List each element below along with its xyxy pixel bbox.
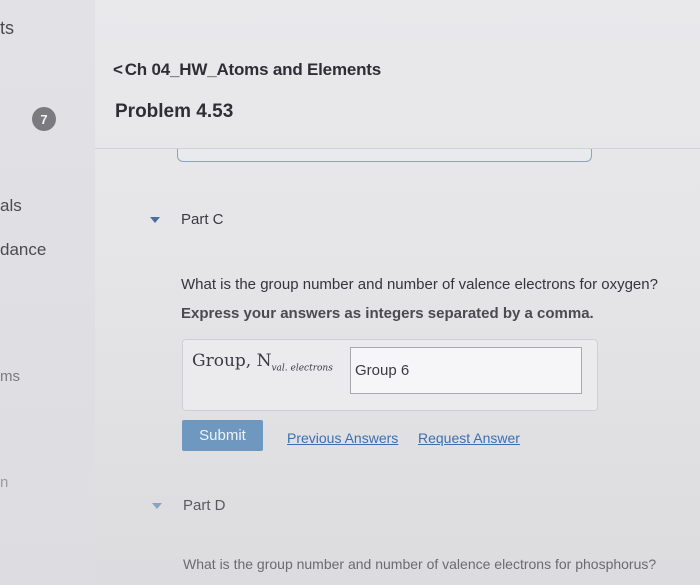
part-d-toggle[interactable]: Part D <box>152 497 226 514</box>
answer-label-subscript: val. electrons <box>271 363 333 374</box>
part-c-question: What is the group number and number of v… <box>181 276 658 293</box>
problem-number-badge: 7 <box>32 107 56 131</box>
sidebar: ts 7 als dance ms n <box>0 0 95 585</box>
answer-panel: Group, Nval. electrons <box>182 339 598 411</box>
caret-down-icon <box>150 216 160 223</box>
breadcrumb[interactable]: < Ch 04_HW_Atoms and Elements <box>113 60 381 80</box>
submit-button[interactable]: Submit <box>182 420 263 451</box>
sidebar-item-3[interactable]: dance <box>0 240 46 260</box>
header: < Ch 04_HW_Atoms and Elements Problem 4.5… <box>95 0 700 150</box>
part-c-toggle[interactable]: Part C <box>150 211 224 228</box>
answer-label: Group, Nval. electrons <box>192 351 333 373</box>
answer-input[interactable] <box>350 347 582 394</box>
part-d-label: Part D <box>183 497 226 514</box>
caret-down-icon <box>152 502 162 509</box>
part-c-label: Part C <box>181 211 224 228</box>
part-d-question: What is the group number and number of v… <box>183 556 657 572</box>
request-answer-link[interactable]: Request Answer <box>418 430 520 446</box>
sidebar-item-1[interactable]: ts <box>0 18 14 39</box>
previous-answers-link[interactable]: Previous Answers <box>287 430 398 446</box>
breadcrumb-label: Ch 04_HW_Atoms and Elements <box>124 60 382 79</box>
collapsed-part-panel <box>177 149 592 162</box>
part-c-instruction: Express your answers as integers separat… <box>181 305 594 322</box>
sidebar-item-4[interactable]: ms <box>0 368 20 385</box>
sidebar-item-5[interactable]: n <box>0 474 8 491</box>
sidebar-item-2[interactable]: als <box>0 196 22 216</box>
answer-label-main: Group, N <box>192 351 272 371</box>
page-title: Problem 4.53 <box>115 101 234 122</box>
chevron-left-icon: < <box>113 60 123 79</box>
